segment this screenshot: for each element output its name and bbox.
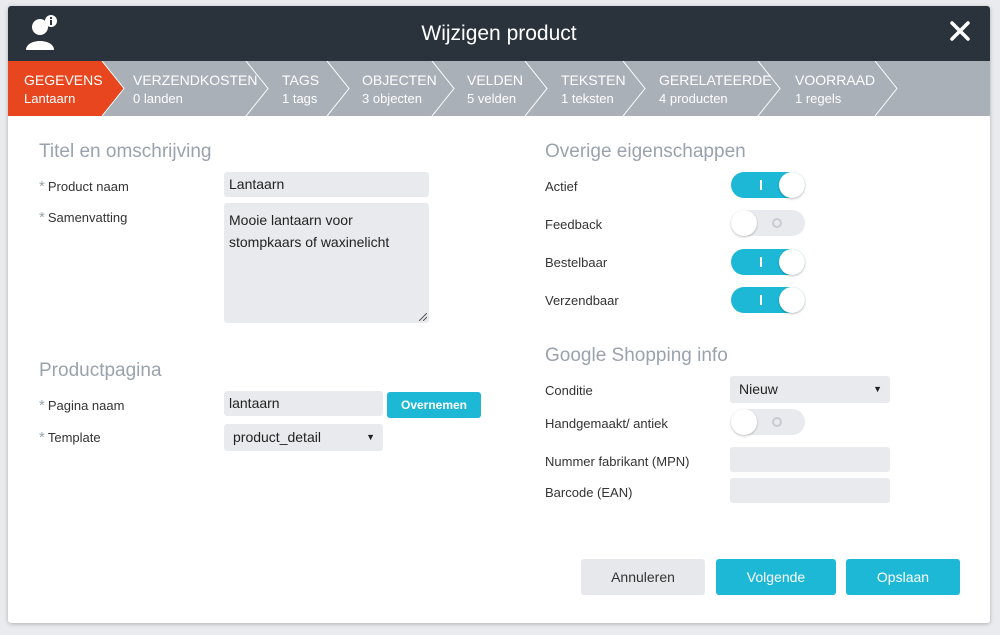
toggle-actief[interactable]: [731, 172, 805, 198]
dialog-titlebar: Wijzigen product: [8, 6, 990, 61]
step-sub: Lantaarn: [24, 91, 76, 106]
step-label: VERZENDKOSTEN: [133, 72, 258, 88]
section-title-properties: Overige eigenschappen: [545, 141, 746, 162]
step-label: VOORRAAD: [795, 72, 876, 88]
toggle-knob: [779, 249, 805, 275]
mpn-label: Nummer fabrikant (MPN): [545, 454, 690, 469]
handmade-label: Handgemaakt/ antiek: [545, 416, 668, 431]
toggle-knob: [779, 172, 805, 198]
section-title-productpage: Productpagina: [39, 360, 162, 381]
step-sub: 1 regels: [795, 91, 842, 106]
step-sub: 0 landen: [133, 91, 183, 106]
required-mark: *: [39, 209, 45, 226]
off-indicator-icon: [772, 218, 782, 228]
toggle-label-verzendbaar: Verzendbaar: [545, 293, 619, 308]
summary-text: Mooie lantaarn voor stompkaars of waxine…: [229, 212, 390, 250]
on-indicator-icon: [760, 180, 762, 190]
cancel-button[interactable]: Annuleren: [581, 559, 705, 595]
step-sub: 5 velden: [467, 91, 517, 106]
product-name-input[interactable]: Lantaarn: [224, 172, 429, 197]
page-name-label: * Pagina naam: [39, 397, 125, 414]
save-button[interactable]: Opslaan: [846, 559, 960, 595]
toggle-label-actief: Actief: [545, 179, 578, 194]
resize-handle-icon[interactable]: [419, 313, 427, 321]
on-indicator-icon: [760, 295, 762, 305]
toggle-knob: [779, 287, 805, 313]
step-sub: 3 objecten: [362, 91, 422, 106]
step-sub: 4 producten: [659, 91, 728, 106]
step-sub: 1 teksten: [561, 91, 614, 106]
condition-label: Conditie: [545, 383, 593, 398]
required-mark: *: [39, 178, 45, 195]
toggle-label-bestelbaar: Bestelbaar: [545, 255, 608, 270]
toggle-handmade[interactable]: [731, 409, 805, 435]
dialog-title: Wijzigen product: [421, 22, 577, 45]
section-title-google-shopping: Google Shopping info: [545, 345, 728, 366]
steps-background: [8, 61, 990, 116]
off-indicator-icon: [772, 417, 782, 427]
condition-value: Nieuw: [739, 381, 778, 397]
mpn-input[interactable]: [730, 447, 890, 472]
summary-label: * Samenvatting: [39, 209, 128, 226]
product-name-label: * Product naam: [39, 178, 129, 195]
step-label: OBJECTEN: [362, 72, 437, 88]
toggle-verzendbaar[interactable]: [731, 287, 805, 313]
step-sub: 1 tags: [282, 91, 318, 106]
adopt-button[interactable]: Overnemen: [387, 392, 481, 418]
ean-label: Barcode (EAN): [545, 485, 633, 500]
toggle-bestelbaar[interactable]: [731, 249, 805, 275]
dropdown-arrow-icon: ▼: [873, 384, 882, 394]
toggle-knob: [731, 409, 757, 435]
step-label: VELDEN: [467, 72, 524, 88]
template-label: * Template: [39, 429, 101, 446]
required-mark: *: [39, 397, 45, 414]
toggle-feedback[interactable]: [731, 210, 805, 236]
template-select[interactable]: product_detail ▼: [224, 424, 383, 451]
toggle-label-feedback: Feedback: [545, 217, 603, 232]
step-label: GEGEVENS: [24, 72, 103, 88]
required-mark: *: [39, 429, 45, 446]
close-icon[interactable]: [948, 19, 972, 43]
step-label: TAGS: [282, 72, 320, 88]
step-label: TEKSTEN: [561, 72, 626, 88]
step-label: GERELATEERDE: [659, 72, 772, 88]
edit-product-dialog: Wijzigen product GEGEVENS Lantaarn VERZE…: [8, 6, 990, 623]
summary-textarea[interactable]: Mooie lantaarn voor stompkaars of waxine…: [224, 203, 429, 323]
condition-select[interactable]: Nieuw ▼: [730, 376, 890, 403]
page-name-input[interactable]: lantaarn: [224, 391, 383, 416]
toggle-knob: [731, 210, 757, 236]
dropdown-arrow-icon: ▼: [366, 432, 375, 442]
template-value: product_detail: [233, 429, 321, 445]
section-title-description: Titel en omschrijving: [39, 141, 212, 162]
ean-input[interactable]: [730, 478, 890, 503]
on-indicator-icon: [760, 257, 762, 267]
next-button[interactable]: Volgende: [716, 559, 836, 595]
